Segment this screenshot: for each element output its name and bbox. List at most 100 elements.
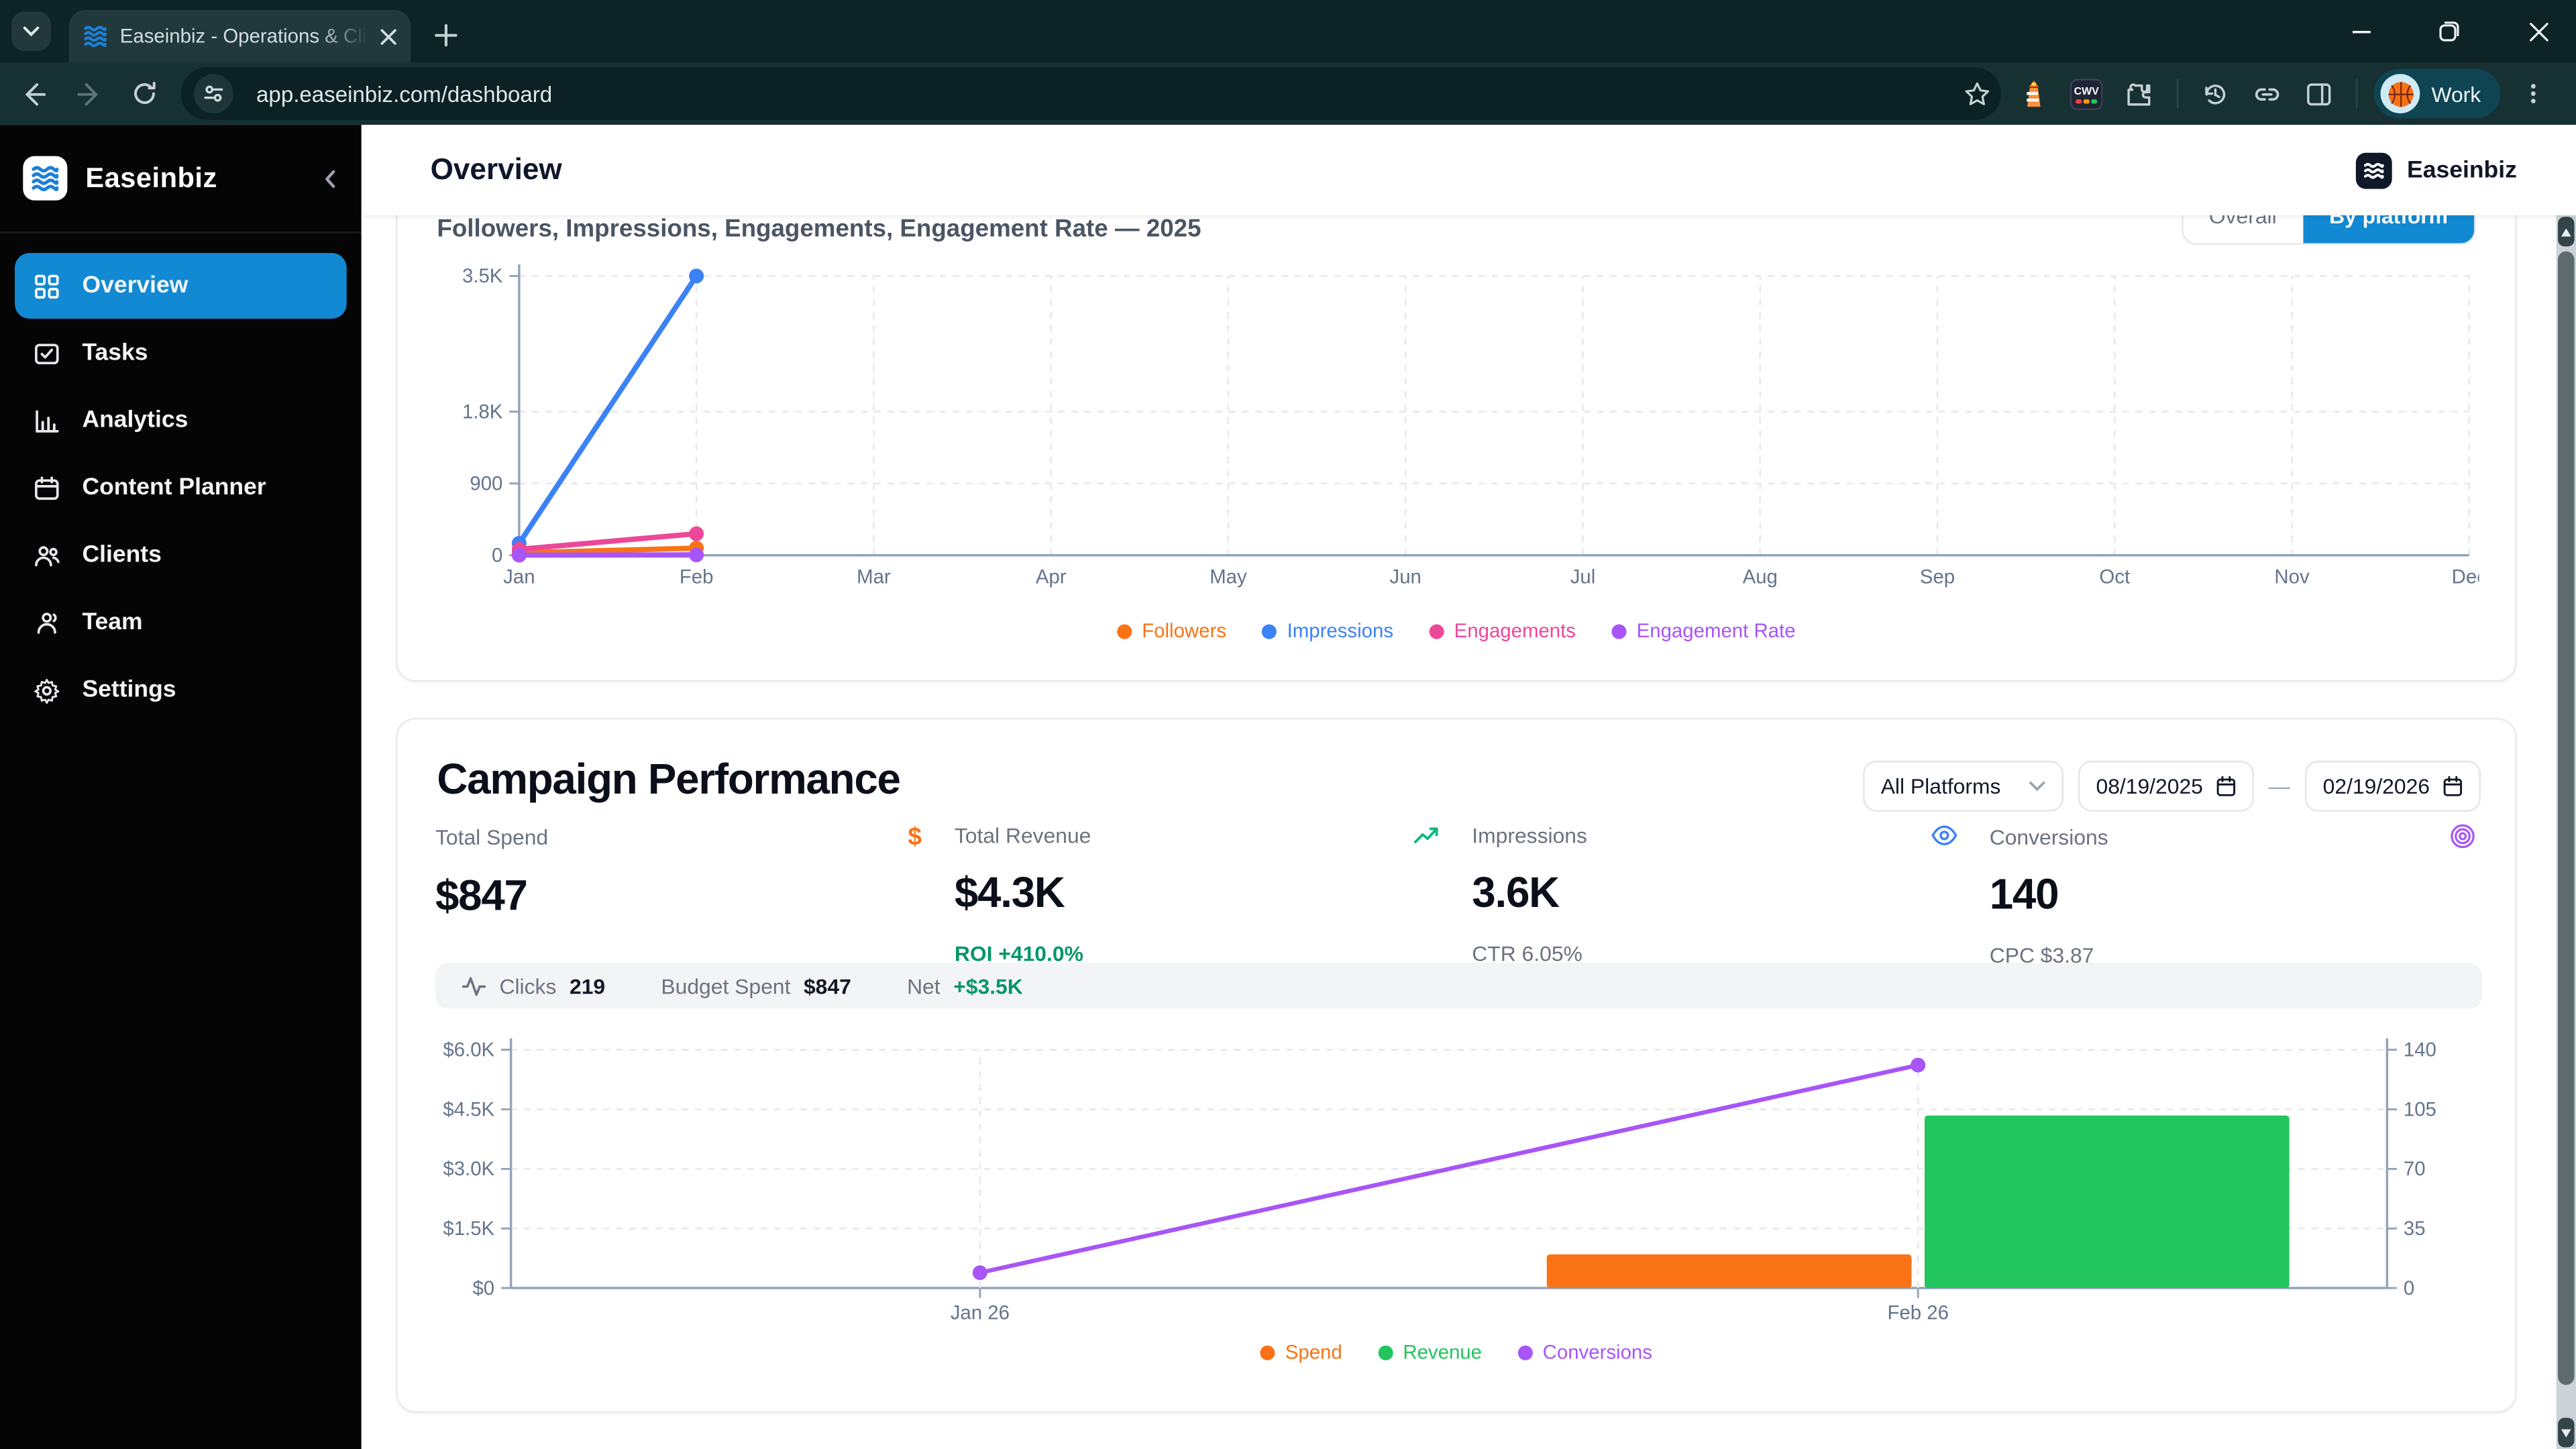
history-icon[interactable]: [2202, 80, 2230, 108]
browser-window: Easeinbiz - Operations & Client app.ease…: [0, 0, 2576, 1449]
net-value: +$3.5K: [953, 973, 1023, 998]
data-point[interactable]: [689, 268, 704, 283]
budget-value: $847: [804, 973, 851, 998]
social-line-chart: JanFebMarAprMayJunJulAugSepOctNovDec0900…: [437, 245, 2479, 600]
legend-item[interactable]: Conversions: [1518, 1340, 1652, 1363]
arrow-down-icon: [2561, 1428, 2571, 1436]
eye-icon: [1931, 824, 1959, 846]
toolbar-divider: [2177, 79, 2178, 109]
line-series-impressions: [519, 276, 696, 543]
axis-tick-label: 140: [2404, 1039, 2436, 1061]
tune-icon: [202, 82, 225, 105]
date-to-input[interactable]: 02/19/2026: [2305, 761, 2481, 812]
legend-item[interactable]: Impressions: [1263, 619, 1393, 642]
axis-tick-label: 105: [2404, 1098, 2436, 1120]
bar-revenue[interactable]: [1925, 1116, 2290, 1288]
budget-label: Budget Spent: [661, 973, 790, 998]
browser-tab[interactable]: Easeinbiz - Operations & Client: [69, 10, 411, 62]
scroll-up-button[interactable]: [2558, 217, 2574, 246]
cwv-extension-icon[interactable]: CWV: [2070, 78, 2103, 109]
tab-title: Easeinbiz - Operations & Client: [120, 25, 368, 48]
social-metrics-card: Followers, Impressions, Engagements, Eng…: [396, 215, 2517, 682]
kebab-menu-icon: [2522, 82, 2544, 105]
axis-tick-label: Apr: [1036, 566, 1067, 588]
date-from-input[interactable]: 08/19/2025: [2078, 761, 2254, 812]
toggle-overall-button[interactable]: Overall: [2183, 215, 2303, 244]
profile-chip[interactable]: Work: [2374, 69, 2501, 118]
reload-button[interactable]: [121, 70, 168, 117]
sidebar-item-settings[interactable]: Settings: [15, 657, 347, 723]
campaign-performance-card: Campaign Performance All Platforms 08/19…: [396, 718, 2517, 1413]
profile-avatar: [2381, 74, 2420, 113]
data-point[interactable]: [973, 1265, 987, 1280]
content-scroll-area: Followers, Impressions, Engagements, Eng…: [362, 215, 2557, 1449]
bookmark-star-icon[interactable]: [1964, 80, 1992, 108]
chevron-down-icon: [2029, 780, 2045, 792]
collapse-sidebar-icon[interactable]: [322, 167, 338, 190]
svg-text:CWV: CWV: [2074, 85, 2100, 97]
toggle-by-platform-button[interactable]: By platform: [2303, 215, 2474, 244]
legend-item[interactable]: Engagements: [1430, 619, 1576, 642]
data-point[interactable]: [689, 547, 704, 562]
sidebar-item-clients[interactable]: Clients: [15, 523, 347, 588]
sidebar-item-tasks[interactable]: Tasks: [15, 321, 347, 386]
minimize-icon: [2350, 21, 2371, 42]
legend-item[interactable]: Followers: [1117, 619, 1226, 642]
url-text[interactable]: app.easeinbiz.com/dashboard: [256, 81, 1963, 106]
data-point[interactable]: [1911, 1058, 1925, 1073]
axis-tick-label: $4.5K: [443, 1098, 494, 1120]
page-scrollbar[interactable]: [2557, 215, 2576, 1449]
site-settings-button[interactable]: [194, 74, 233, 113]
minimize-button[interactable]: [2339, 10, 2382, 53]
legend-item[interactable]: Engagement Rate: [1612, 619, 1796, 642]
date-from-value: 08/19/2025: [2096, 773, 2203, 798]
chevron-down-icon: [21, 21, 41, 41]
browser-menu-button[interactable]: [2510, 70, 2557, 117]
sidebar-item-analytics[interactable]: Analytics: [15, 388, 347, 453]
calendar-icon: [32, 472, 63, 504]
campaign-chart-legend: Spend Revenue Conversions: [398, 1340, 2516, 1363]
lighthouse-extension-icon[interactable]: [2021, 79, 2047, 109]
legend-item[interactable]: Revenue: [1379, 1340, 1482, 1363]
close-window-button[interactable]: [2517, 10, 2560, 53]
side-panel-icon[interactable]: [2305, 80, 2333, 108]
stat-value: 140: [1990, 869, 2476, 920]
dollar-icon: $: [908, 823, 921, 851]
extensions-puzzle-icon[interactable]: [2126, 80, 2154, 108]
scroll-down-button[interactable]: [2558, 1417, 2574, 1447]
back-button[interactable]: [10, 70, 56, 117]
platform-select[interactable]: All Platforms: [1863, 761, 2063, 812]
sidebar-item-content-planner[interactable]: Content Planner: [15, 455, 347, 521]
restore-button[interactable]: [2428, 10, 2471, 53]
forward-button[interactable]: [66, 70, 112, 117]
gear-icon: [32, 674, 63, 706]
legend-dot-icon: [1260, 1344, 1275, 1359]
axis-tick-label: Mar: [857, 566, 891, 588]
sidebar-item-team[interactable]: Team: [15, 590, 347, 655]
close-icon: [2528, 21, 2549, 42]
sidebar-item-label: Tasks: [82, 340, 148, 366]
stat-total-spend: Total Spend $ $847: [435, 823, 922, 922]
sidebar-item-label: Content Planner: [82, 475, 266, 501]
tab-search-button[interactable]: [11, 11, 51, 51]
axis-tick-label: 0: [492, 545, 502, 567]
new-tab-button[interactable]: [424, 13, 467, 56]
axis-tick-label: 0: [2404, 1277, 2414, 1299]
scrollbar-thumb[interactable]: [2558, 252, 2574, 1385]
header-brand: Easeinbiz: [2356, 152, 2517, 189]
tab-close-icon[interactable]: [380, 27, 398, 45]
stat-label: Total Spend: [435, 824, 548, 849]
reload-icon: [131, 80, 158, 107]
address-bar[interactable]: app.easeinbiz.com/dashboard: [180, 67, 2000, 119]
axis-tick-label: Feb 26: [1887, 1302, 1948, 1324]
data-point[interactable]: [512, 547, 527, 562]
sidebar-item-label: Clients: [82, 542, 161, 568]
plus-icon: [433, 22, 458, 47]
legend-item[interactable]: Spend: [1260, 1340, 1342, 1363]
bar-spend[interactable]: [1547, 1254, 1912, 1288]
axis-tick-label: Oct: [2099, 566, 2130, 588]
link-icon[interactable]: [2253, 80, 2282, 108]
date-to-value: 02/19/2026: [2323, 773, 2430, 798]
data-point[interactable]: [689, 527, 704, 541]
sidebar-item-overview[interactable]: Overview: [15, 253, 347, 319]
